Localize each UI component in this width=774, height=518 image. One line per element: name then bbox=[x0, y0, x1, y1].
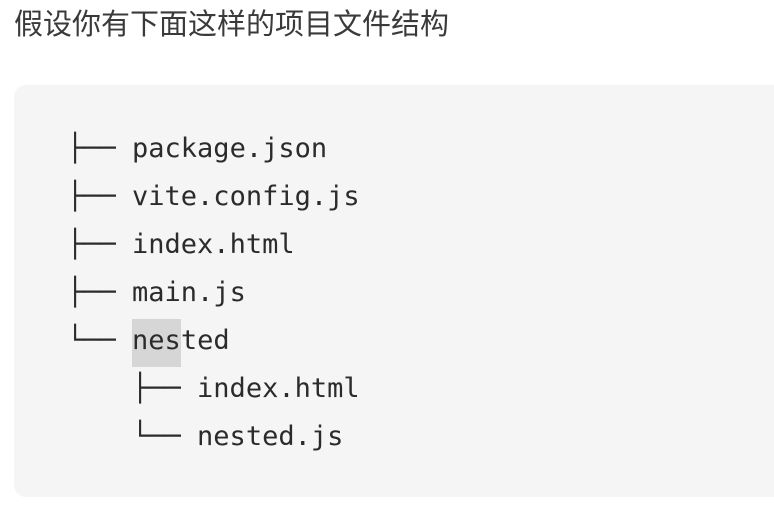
file-name: index.html bbox=[132, 229, 295, 260]
tree-line-index-html: ├── index.html bbox=[67, 223, 360, 271]
tree-line-package-json: ├── package.json bbox=[67, 127, 360, 175]
intro-paragraph: 假设你有下面这样的项目文件结构 bbox=[14, 7, 450, 41]
file-name: package.json bbox=[132, 133, 328, 164]
tree-line-nested-folder: └── nested bbox=[67, 319, 360, 367]
file-tree: ├── package.json ├── vite.config.js ├── … bbox=[67, 127, 360, 463]
tree-line-nested-index-html: ├── index.html bbox=[67, 367, 360, 415]
tree-branch: └── bbox=[67, 421, 198, 452]
folder-name-rest: ted bbox=[180, 325, 230, 356]
file-name: index.html bbox=[197, 373, 360, 404]
tree-branch: ├── bbox=[67, 373, 198, 404]
tree-line-nested-js: └── nested.js bbox=[67, 415, 360, 463]
tree-branch: ├── bbox=[67, 229, 133, 260]
file-name: nested.js bbox=[197, 421, 344, 452]
file-name: vite.config.js bbox=[132, 181, 360, 212]
tree-branch: ├── bbox=[67, 277, 133, 308]
tree-line-vite-config: ├── vite.config.js bbox=[67, 175, 360, 223]
tree-branch: └── bbox=[67, 325, 133, 356]
tree-line-main-js: ├── main.js bbox=[67, 271, 360, 319]
text-selection-highlight: nes bbox=[132, 319, 181, 367]
file-name: main.js bbox=[132, 277, 246, 308]
tree-branch: ├── bbox=[67, 133, 133, 164]
code-block: ├── package.json ├── vite.config.js ├── … bbox=[14, 85, 774, 497]
tree-branch: ├── bbox=[67, 181, 133, 212]
